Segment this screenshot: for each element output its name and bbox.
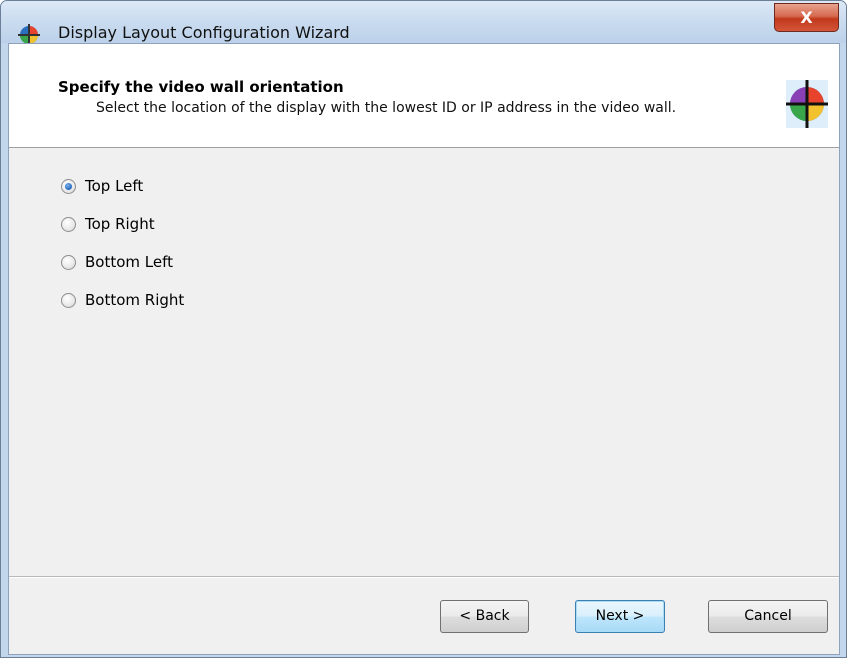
radio-button[interactable] (61, 255, 76, 270)
page-title: Specify the video wall orientation (58, 78, 344, 96)
title-bar[interactable]: Display Layout Configuration Wizard X (1, 1, 846, 46)
radio-label[interactable]: Top Left (85, 177, 143, 195)
radio-label[interactable]: Top Right (85, 215, 155, 233)
wizard-header: Specify the video wall orientation Selec… (9, 44, 839, 148)
radio-button[interactable] (61, 217, 76, 232)
close-button[interactable]: X (774, 3, 839, 32)
next-button[interactable]: Next > (575, 600, 665, 633)
page-subtitle: Select the location of the display with … (96, 100, 677, 116)
wizard-window: Display Layout Configuration Wizard X Sp… (0, 0, 847, 658)
radio-button-checked[interactable] (61, 179, 76, 194)
display-layout-icon (786, 80, 828, 128)
radio-label[interactable]: Bottom Left (85, 253, 173, 271)
wizard-client-area: Specify the video wall orientation Selec… (8, 43, 840, 655)
footer-separator (9, 576, 839, 577)
back-button[interactable]: < Back (440, 600, 529, 633)
window-title: Display Layout Configuration Wizard (58, 23, 350, 42)
cancel-button[interactable]: Cancel (708, 600, 828, 633)
radio-label[interactable]: Bottom Right (85, 291, 184, 309)
radio-button[interactable] (61, 293, 76, 308)
